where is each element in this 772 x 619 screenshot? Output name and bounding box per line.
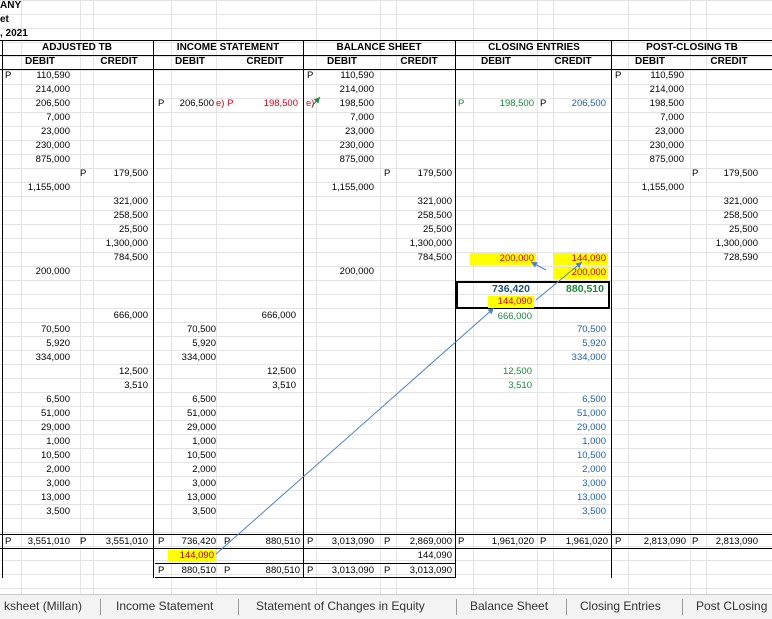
arrow-income-summary (535, 261, 583, 301)
spreadsheet-grid[interactable]: ANY et , 2021 ADJUSTED TB INCOME STATEME… (0, 0, 772, 594)
tab-changes-in-equity[interactable]: Statement of Changes in Equity (256, 599, 425, 613)
arrow-net-income (215, 307, 495, 555)
sheet-tab-bar: ksheet (Millan) Income Statement Stateme… (0, 594, 772, 619)
arrow-highlight-link (530, 261, 547, 271)
tab-balance-sheet[interactable]: Balance Sheet (470, 599, 548, 613)
arrow-adjustment (311, 96, 321, 107)
tab-post-closing[interactable]: Post CLosing (696, 599, 767, 613)
tab-closing-entries[interactable]: Closing Entries (580, 599, 661, 613)
tab-separator (682, 599, 683, 615)
annotation-arrows (215, 96, 583, 555)
tab-worksheet[interactable]: ksheet (Millan) (4, 599, 82, 613)
tab-separator (456, 599, 457, 615)
tab-separator (100, 599, 101, 615)
tab-income-statement[interactable]: Income Statement (116, 599, 213, 613)
tab-separator (566, 599, 567, 615)
tab-separator (238, 599, 239, 615)
